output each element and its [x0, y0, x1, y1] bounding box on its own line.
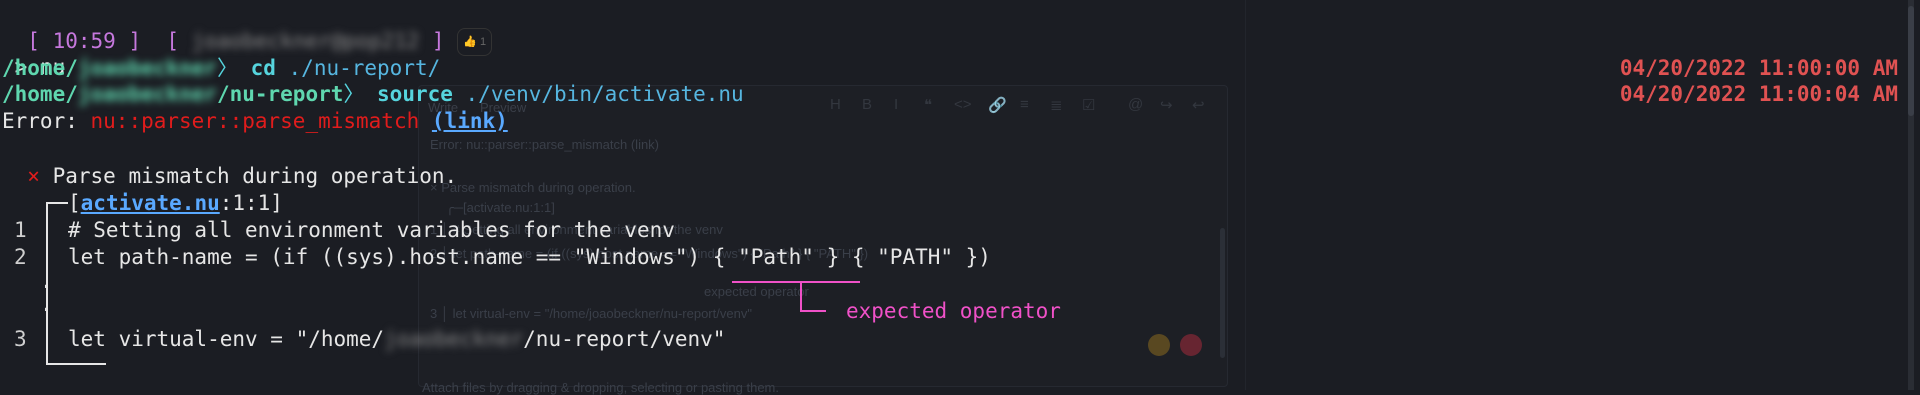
mention-icon: @: [1128, 96, 1144, 113]
nu-command-line: > nu: [2, 28, 66, 79]
source-line-3-prefix: let virtual-env = "/home/: [68, 327, 385, 351]
background-attach-hint: Attach files by dragging & dropping, sel…: [422, 380, 779, 395]
command-name: source: [377, 82, 453, 106]
line-number: 1: [14, 218, 27, 242]
prompt-user-host: joaobeckner@pop212: [191, 29, 420, 53]
error-code: nu::parser::parse_mismatch: [90, 109, 420, 133]
error-message-line: × Parse mismatch during operation.: [2, 163, 457, 189]
command-line-cd: /home/joaobeckner〉 cd ./nu-report/: [2, 55, 440, 81]
background-body-line: ╭─[activate.nu:1:1]: [446, 200, 555, 215]
path-user: joaobeckner: [77, 82, 217, 106]
error-pointer-line: [800, 281, 802, 311]
source-line-3-suffix: /nu-report/venv": [523, 327, 726, 351]
error-label: Error:: [2, 109, 91, 133]
source-line-2: let path-name = (if ((sys).host.name == …: [68, 245, 991, 269]
path-prefix: /home/: [2, 56, 78, 80]
error-pointer-hook: [800, 310, 826, 312]
line-number: 2: [14, 245, 27, 269]
command-timestamp: 04/20/2022 11:00:00 AM: [1619, 56, 1898, 80]
error-line: Error: nu::parser::parse_mismatch (link): [2, 108, 508, 134]
error-link[interactable]: (link): [432, 109, 508, 133]
source-line-3: let virtual-env = "/home/joaobeckner/nu-…: [68, 326, 725, 352]
source-file-link[interactable]: activate.nu: [81, 191, 220, 215]
path-user: joaobeckner: [77, 56, 217, 80]
code-icon: <>: [954, 96, 972, 113]
emoji-reaction-icon: [1180, 334, 1202, 356]
command-timestamp: 04/20/2022 11:00:04 AM: [1619, 82, 1898, 106]
command-arg: ./venv/bin/activate.nu: [452, 82, 744, 106]
bullet-list-icon: ≡: [1020, 96, 1029, 113]
task-list-icon: ☑: [1082, 97, 1096, 114]
thumbs-up-badge: 👍 1: [457, 28, 493, 56]
prompt-user-open: [: [166, 29, 192, 53]
prompt-arrow-icon: 〉: [216, 56, 238, 80]
command-name: cd: [250, 56, 276, 80]
frame-top-corner: [46, 202, 68, 204]
pane-divider: [1245, 0, 1246, 390]
file-position: :1:1]: [219, 191, 283, 215]
link-icon: 🔗: [988, 97, 1007, 114]
bold-icon: B: [862, 96, 873, 113]
source-line-3-user: joaobeckner: [384, 327, 524, 351]
source-line-1: # Setting all environment variables for …: [68, 218, 675, 242]
numbered-list-icon: ≣: [1050, 97, 1063, 114]
ellipsis-dot: .: [40, 292, 53, 316]
path-suffix: /nu-report: [216, 82, 344, 106]
emoji-face-icon: [1148, 334, 1170, 356]
frame-bottom-corner: [46, 363, 106, 365]
reference-icon: ↪: [1160, 97, 1173, 114]
background-scrollbar: [1220, 228, 1225, 358]
prompt-header: [ 10:59 ] [ joaobeckner@pop212 ] 👍 1: [2, 2, 493, 56]
terminal-scrollbar-thumb[interactable]: [1908, 6, 1914, 116]
line-number: 3: [14, 327, 27, 351]
prompt-user-close: ]: [431, 29, 445, 53]
undo-icon: ↩: [1192, 97, 1205, 114]
heading-icon: H: [830, 96, 841, 113]
quote-icon: ❝: [924, 97, 933, 114]
background-body-line: expected operator: [704, 284, 809, 299]
error-annotation: expected operator: [846, 299, 1061, 323]
error-x-icon: ×: [27, 164, 40, 188]
command-arg: ./nu-report/: [275, 56, 441, 80]
file-open-bracket: [: [68, 191, 81, 215]
source-file-header: [activate.nu:1:1]: [68, 190, 283, 216]
background-body-line: 3 │ let virtual-env = "/home/joaobeckner…: [430, 306, 752, 321]
background-body-line: × Parse mismatch during operation.: [430, 180, 636, 195]
error-underline: [732, 281, 860, 283]
path-prefix: /home/: [2, 82, 78, 106]
background-body-line: Error: nu::parser::parse_mismatch (link): [430, 137, 660, 152]
prompt-arrow-icon: 〉: [343, 82, 365, 106]
italic-icon: I: [894, 96, 899, 113]
error-message: Parse mismatch during operation.: [52, 164, 458, 188]
command-line-source: /home/joaobeckner/nu-report〉 source ./ve…: [2, 81, 744, 107]
